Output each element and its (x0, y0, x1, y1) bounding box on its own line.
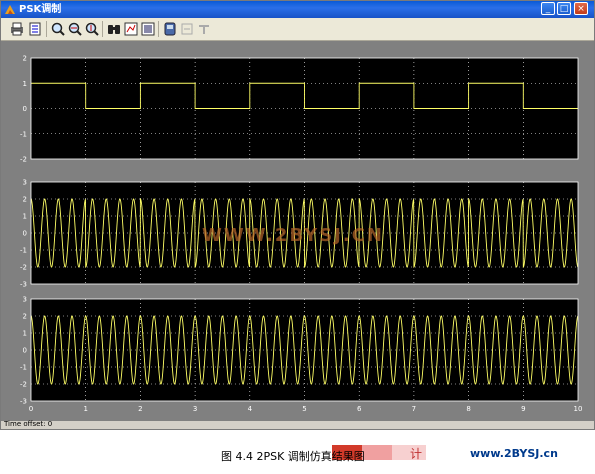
window-title: PSK调制 (19, 4, 62, 15)
watermark-logo-text: 计 (410, 447, 422, 461)
x-tick-label: 0 (29, 405, 33, 413)
y-tick-label: 2 (23, 313, 27, 321)
y-tick-label: -3 (20, 281, 27, 289)
y-tick-label: 3 (23, 296, 27, 304)
lock-axes-icon[interactable] (196, 21, 212, 37)
print-icon[interactable] (9, 21, 25, 37)
matlab-app-icon (5, 5, 15, 14)
x-tick-label: 5 (302, 405, 306, 413)
y-tick-label: 0 (23, 105, 27, 113)
autoscale-binoculars-icon[interactable] (106, 21, 122, 37)
zoom-y-icon[interactable] (84, 21, 100, 37)
y-tick-label: 3 (23, 179, 27, 187)
figure-caption: 图 4.4 2PSK 调制仿真结果图 (221, 450, 365, 463)
toolbar (1, 18, 594, 41)
x-tick-label: 8 (466, 405, 470, 413)
restore-axes-settings-icon[interactable] (140, 21, 156, 37)
close-button[interactable]: × (574, 2, 588, 15)
signal-selection-icon[interactable] (179, 21, 195, 37)
y-tick-label: -2 (20, 156, 27, 164)
scope-window: PSK调制 _ □ × 2 1 0 -1 -2 3 2 1 0 -1 -2 -3… (0, 0, 595, 430)
save-axes-settings-icon[interactable] (123, 21, 139, 37)
x-tick-label: 7 (412, 405, 416, 413)
watermark-url: www.2BYSJ.cn (470, 447, 558, 460)
time-offset-label: Time offset: (4, 420, 46, 428)
y-tick-label: -2 (20, 264, 27, 272)
y-tick-label: 1 (23, 213, 27, 221)
x-tick-label: 2 (138, 405, 142, 413)
y-tick-label: 0 (23, 230, 27, 238)
y-tick-label: 2 (23, 196, 27, 204)
x-tick-label: 3 (193, 405, 197, 413)
y-tick-label: 2 (23, 55, 27, 63)
zoom-x-icon[interactable] (67, 21, 83, 37)
x-tick-label: 6 (357, 405, 362, 413)
scope-plots: 210-1-23210-1-2-33210-1-2-30 1 2 3 4 5 6 7 8 9 10W… (1, 41, 594, 421)
y-tick-label: -1 (20, 364, 27, 372)
x-tick-label: 4 (248, 405, 253, 413)
y-tick-label: 1 (23, 80, 27, 88)
minimize-button[interactable]: _ (541, 2, 555, 15)
y-tick-label: 0 (23, 347, 27, 355)
y-tick-label: -3 (20, 398, 27, 406)
maximize-button[interactable]: □ (557, 2, 571, 15)
y-tick-label: -2 (20, 381, 27, 389)
time-offset-value: 0 (47, 420, 53, 428)
zoom-in-icon[interactable] (50, 21, 66, 37)
x-tick-label: 10 (574, 405, 583, 413)
y-tick-label: -1 (20, 247, 27, 255)
title-bar[interactable]: PSK调制 _ □ × (1, 1, 594, 18)
time-offset-status: Time offset: 0 (4, 420, 52, 428)
toolbar-separator (46, 21, 47, 37)
toolbar-separator (158, 21, 159, 37)
floating-scope-icon[interactable] (162, 21, 178, 37)
parameters-icon[interactable] (27, 21, 43, 37)
toolbar-separator (102, 21, 103, 37)
watermark-plot-text: WWW.2BYSJ.CN (202, 225, 384, 246)
x-tick-label: 1 (83, 405, 87, 413)
y-tick-label: -1 (20, 130, 27, 138)
y-tick-label: 1 (23, 330, 27, 338)
x-tick-label: 9 (521, 405, 525, 413)
